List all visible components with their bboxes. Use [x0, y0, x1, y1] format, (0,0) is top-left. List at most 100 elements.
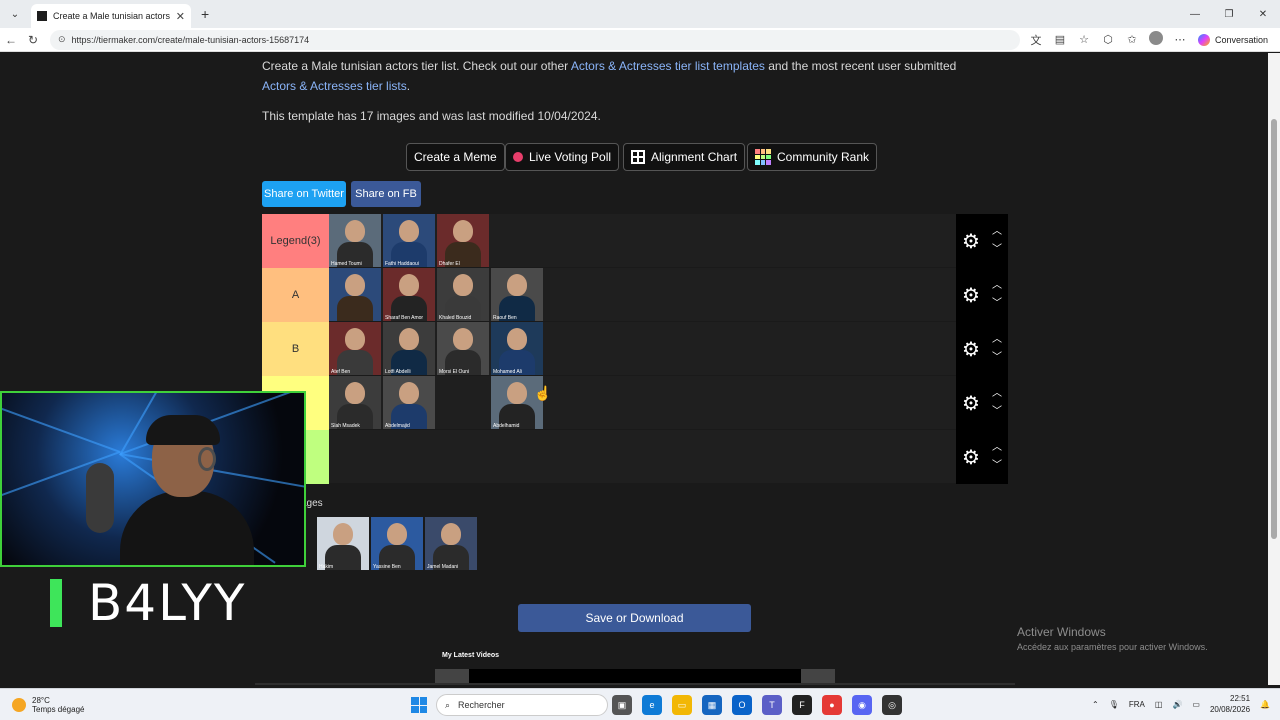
actor-card[interactable]: [437, 376, 489, 429]
create-meme-button[interactable]: Create a Meme: [406, 143, 505, 171]
back-icon[interactable]: ←: [0, 29, 22, 51]
task-view-icon[interactable]: ▣: [612, 695, 632, 715]
actor-card[interactable]: Abdelmajid: [383, 376, 435, 429]
store-icon[interactable]: ▦: [702, 695, 722, 715]
tier-label[interactable]: A: [262, 268, 329, 322]
new-tab-icon[interactable]: +: [201, 6, 209, 22]
minimize-icon[interactable]: —: [1178, 0, 1212, 28]
share-twitter-button[interactable]: Share on Twitter: [262, 181, 346, 207]
alignment-chart-button[interactable]: Alignment Chart: [623, 143, 746, 171]
system-tray: ⌃ 🎙 FRA ◫ 🔊 ▭ 22:51 20/08/2026 🔔: [1092, 693, 1270, 715]
chevron-down-icon[interactable]: ﹀: [992, 295, 1002, 313]
gear-icon[interactable]: ⚙: [962, 391, 980, 416]
microphone-icon[interactable]: 🎙: [1109, 700, 1119, 709]
tier-items[interactable]: Atef Ben Lotfi Abdelli Morsi El Ouni Mohame…: [329, 322, 956, 375]
actor-card[interactable]: Morsi El Ouni: [437, 322, 489, 375]
actor-card[interactable]: Fathi Haddaoui: [383, 214, 435, 267]
pool-actor-card[interactable]: Hakim: [317, 517, 369, 570]
gear-icon[interactable]: ⚙: [962, 337, 980, 362]
actor-name: Abdelmajid: [385, 423, 410, 429]
language-indicator[interactable]: FRA: [1129, 700, 1145, 709]
tier-label[interactable]: B: [262, 322, 329, 376]
page-scrollbar[interactable]: [1268, 53, 1280, 685]
tier-items[interactable]: Sharaf Ben Amor Khaled Bouzid Raouf Ben: [329, 268, 956, 321]
chevron-up-icon[interactable]: ︿: [992, 277, 1002, 295]
fc-app-icon[interactable]: F: [792, 695, 812, 715]
move-arrows: ︿ ﹀: [992, 331, 1002, 367]
pool-actor-card[interactable]: Jamel Madani: [425, 517, 477, 570]
extensions-icon[interactable]: ⬡: [1098, 33, 1118, 46]
scrollbar-thumb[interactable]: [1271, 119, 1277, 539]
save-download-button[interactable]: Save or Download: [518, 604, 751, 632]
tiermaker-favicon-icon: [37, 11, 47, 21]
refresh-icon[interactable]: ↻: [22, 29, 44, 51]
copilot-button[interactable]: Conversation: [1198, 33, 1268, 46]
obs-icon[interactable]: ◎: [882, 695, 902, 715]
actor-card[interactable]: Atef Ben: [329, 322, 381, 375]
weather-widget[interactable]: 28°C Temps dégagé: [12, 696, 84, 714]
outlook-icon[interactable]: O: [732, 695, 752, 715]
actor-card[interactable]: Khaled Bouzid: [437, 268, 489, 321]
notifications-icon[interactable]: 🔔: [1260, 700, 1270, 709]
tab-actions-menu-icon[interactable]: ⌄: [3, 2, 27, 26]
actor-face: [345, 328, 365, 350]
url-field[interactable]: ⊙ https://tiermaker.com/create/male-tuni…: [50, 29, 1020, 50]
chevron-down-icon[interactable]: ﹀: [992, 241, 1002, 259]
tier-row: B Atef Ben Lotfi Abdelli Morsi El Ouni Moham…: [262, 322, 1008, 376]
more-icon[interactable]: ⋯: [1170, 33, 1190, 46]
tier-label[interactable]: Legend(3): [262, 214, 329, 268]
actor-card[interactable]: Mohamed Ali: [491, 322, 543, 375]
restore-icon[interactable]: ❐: [1212, 0, 1246, 28]
chevron-up-icon[interactable]: ︿: [992, 223, 1002, 241]
chevron-up-icon[interactable]: ︿: [992, 331, 1002, 349]
site-info-icon[interactable]: ⊙: [58, 34, 66, 45]
actor-card[interactable]: Sharaf Ben Amor: [383, 268, 435, 321]
actor-card[interactable]: Raouf Ben: [491, 268, 543, 321]
actor-card[interactable]: Slah Msadek: [329, 376, 381, 429]
favorites-icon[interactable]: ✩: [1122, 33, 1142, 46]
favorite-star-icon[interactable]: ☆: [1074, 33, 1094, 46]
discord-icon[interactable]: ◉: [852, 695, 872, 715]
url-text: https://tiermaker.com/create/male-tunisi…: [71, 34, 310, 45]
network-icon[interactable]: ◫: [1155, 700, 1163, 709]
close-window-icon[interactable]: ✕: [1246, 0, 1280, 28]
taskbar-search[interactable]: ⌕ Rechercher: [436, 694, 608, 716]
share-fb-button[interactable]: Share on FB: [351, 181, 421, 207]
actor-card[interactable]: Lotfi Abdelli: [383, 322, 435, 375]
file-explorer-icon[interactable]: ▭: [672, 695, 692, 715]
gear-icon[interactable]: ⚙: [962, 283, 980, 308]
chevron-down-icon[interactable]: ﹀: [992, 349, 1002, 367]
chevron-down-icon[interactable]: ﹀: [992, 457, 1002, 475]
tier-lists-link[interactable]: Actors & Actresses tier lists: [262, 79, 407, 93]
gear-icon[interactable]: ⚙: [962, 445, 980, 470]
live-voting-poll-button[interactable]: Live Voting Poll: [505, 143, 620, 171]
profile-avatar[interactable]: [1146, 31, 1166, 48]
chevron-up-icon[interactable]: ︿: [992, 385, 1002, 403]
tier-items[interactable]: Slah Msadek Abdelmajid Abdelhamid: [329, 376, 956, 429]
clock[interactable]: 22:51 20/08/2026: [1210, 693, 1250, 715]
community-rank-button[interactable]: Community Rank: [747, 143, 878, 171]
tier-items[interactable]: Hamed Toumi Fathi Haddaoui Dhafer El: [329, 214, 956, 267]
battery-icon[interactable]: ▭: [1192, 700, 1200, 709]
close-tab-icon[interactable]: ✕: [176, 10, 185, 23]
reader-icon[interactable]: ▤: [1050, 33, 1070, 46]
browser-tab[interactable]: Create a Male tunisian actors Tier ✕: [31, 4, 191, 28]
teams-icon[interactable]: T: [762, 695, 782, 715]
actor-card[interactable]: Hamed Toumi: [329, 214, 381, 267]
templates-link[interactable]: Actors & Actresses tier list templates: [571, 59, 765, 73]
tray-expand-icon[interactable]: ⌃: [1092, 700, 1099, 709]
start-icon[interactable]: [411, 697, 427, 713]
volume-icon[interactable]: 🔊: [1172, 700, 1182, 709]
translate-icon[interactable]: 文: [1026, 32, 1046, 48]
actor-card[interactable]: [329, 268, 381, 321]
chevron-up-icon[interactable]: ︿: [992, 439, 1002, 457]
gear-icon[interactable]: ⚙: [962, 229, 980, 254]
actor-card[interactable]: Dhafer El: [437, 214, 489, 267]
chevron-down-icon[interactable]: ﹀: [992, 403, 1002, 421]
actor-face: [345, 274, 365, 296]
chrome-icon[interactable]: ●: [822, 695, 842, 715]
edge-icon[interactable]: e: [642, 695, 662, 715]
tier-items[interactable]: [329, 430, 956, 483]
actor-card[interactable]: Abdelhamid: [491, 376, 543, 429]
pool-actor-card[interactable]: Yassine Ben: [371, 517, 423, 570]
